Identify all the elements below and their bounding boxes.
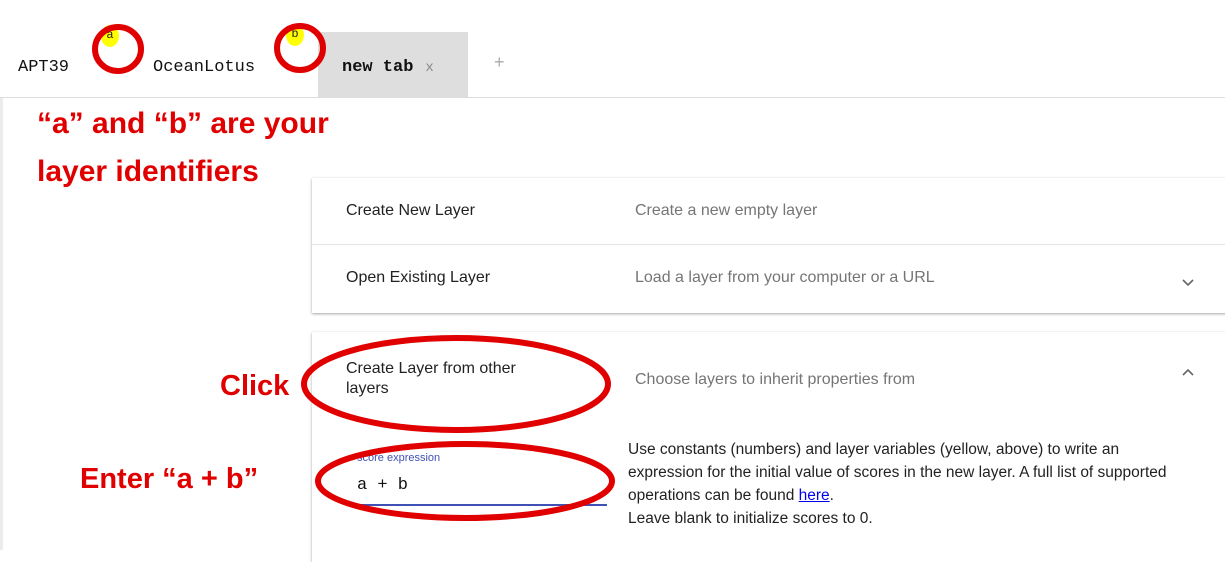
create-new-layer-label: Create New Layer xyxy=(346,202,475,219)
left-edge xyxy=(0,98,3,550)
create-from-layers-description: Choose layers to inherit properties from xyxy=(635,371,916,388)
close-tab-icon[interactable]: x xyxy=(425,60,433,76)
annotation-identifiers-line2: layer identifiers xyxy=(37,155,259,188)
tab-new-tab[interactable]: new tab x xyxy=(318,32,468,97)
open-existing-layer-label: Open Existing Layer xyxy=(346,269,491,286)
help-text: Use constants (numbers) and layer variab… xyxy=(628,441,1167,504)
tab-bar-divider xyxy=(0,97,1225,98)
score-expression-underline xyxy=(355,504,607,506)
help-link[interactable]: here xyxy=(799,487,830,504)
layer-options-panel: Create New Layer Create a new empty laye… xyxy=(312,178,1225,313)
add-tab-button[interactable]: + xyxy=(494,52,505,73)
create-from-layers-label-line2: layers xyxy=(346,380,389,397)
score-expression-label: score expression xyxy=(357,452,441,464)
chevron-down-icon[interactable] xyxy=(1180,274,1196,290)
annotation-enter: Enter “a + b” xyxy=(80,463,259,495)
annotation-identifiers: “a” and “b” are your layer identifiers xyxy=(37,100,329,196)
create-new-layer-description: Create a new empty layer xyxy=(635,202,818,219)
tab-label: OceanLotus xyxy=(153,58,256,77)
annotation-identifiers-line1: “a” and “b” are your xyxy=(37,107,329,140)
layer-identifier-badge-b: b xyxy=(286,24,304,46)
help-text-blank: Leave blank to initialize scores to 0. xyxy=(628,510,873,527)
open-existing-layer-row[interactable]: Open Existing Layer Load a layer from yo… xyxy=(312,245,1225,311)
create-from-layers-label-line1: Create Layer from other xyxy=(346,360,516,377)
chevron-up-icon[interactable] xyxy=(1180,365,1196,381)
create-from-layers-label[interactable]: Create Layer from other layers xyxy=(346,359,516,399)
tab-label: APT39 xyxy=(18,58,70,77)
score-expression-help: Use constants (numbers) and layer variab… xyxy=(628,438,1173,530)
tab-label: new tab xyxy=(342,58,414,77)
score-expression-input[interactable]: a + b xyxy=(357,476,408,495)
layer-identifier-badge-a: a xyxy=(101,25,119,47)
help-text-end: . xyxy=(829,487,834,504)
tab-apt39[interactable]: APT39 xyxy=(18,32,69,97)
tab-oceanlotus[interactable]: OceanLotus xyxy=(153,32,255,97)
annotation-click: Click xyxy=(220,370,290,402)
create-new-layer-row[interactable]: Create New Layer Create a new empty laye… xyxy=(312,178,1225,244)
open-existing-layer-description: Load a layer from your computer or a URL xyxy=(635,269,935,286)
